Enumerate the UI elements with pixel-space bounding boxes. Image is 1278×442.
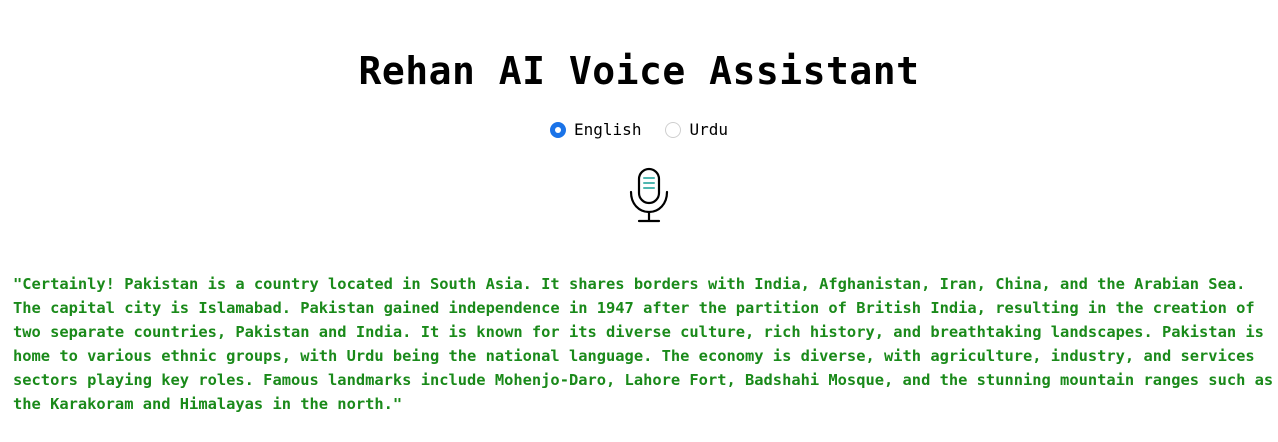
microphone-icon: [629, 167, 669, 223]
page-title: Rehan AI Voice Assistant: [358, 49, 920, 93]
language-option-english[interactable]: English: [550, 119, 641, 141]
urdu-label: Urdu: [689, 120, 728, 139]
urdu-radio[interactable]: [665, 122, 682, 138]
response-text: "Certainly! Pakistan is a country locate…: [13, 275, 1274, 413]
microphone-button[interactable]: [627, 166, 671, 226]
language-option-urdu[interactable]: Urdu: [665, 119, 728, 141]
english-label: English: [574, 120, 642, 139]
english-radio[interactable]: [550, 122, 567, 138]
language-selector: English Urdu: [0, 119, 1278, 141]
